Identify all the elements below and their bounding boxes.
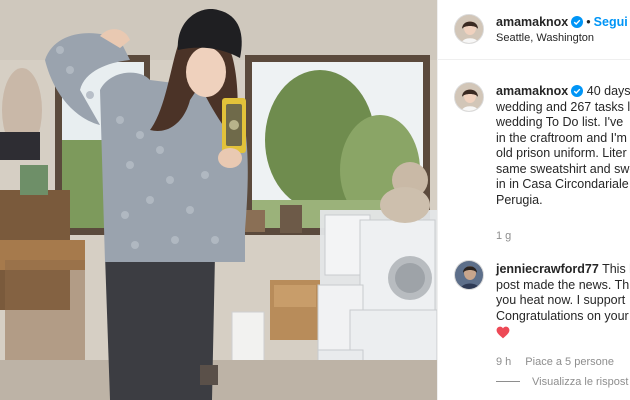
- caption-line: wedding and 267 tasks l: [496, 99, 630, 114]
- comment-body: jenniecrawford77 This l post made the ne…: [496, 262, 630, 324]
- caption-line: old prison uniform. Liter: [496, 146, 627, 160]
- mirror-selfie-image: [0, 0, 437, 400]
- caption-line: Perugia.: [496, 192, 543, 207]
- follow-button[interactable]: Segui: [594, 15, 628, 29]
- location-link[interactable]: Seattle, Washington: [496, 32, 594, 44]
- view-replies-button[interactable]: Visualizza le rispost: [532, 376, 628, 388]
- caption-timestamp[interactable]: 1 g: [496, 230, 511, 242]
- post-header: amamaknox • Segui Seattle, Washington: [438, 0, 630, 60]
- commenter-username-link[interactable]: jenniecrawford77: [496, 262, 599, 276]
- separator-dot: •: [586, 15, 591, 29]
- caption-line: in in Casa Circondariale: [496, 177, 629, 191]
- post-caption: amamaknox 40 days wedding and 267 tasks …: [496, 84, 630, 208]
- caption-username-link[interactable]: amamaknox: [496, 84, 568, 98]
- caption-line: 40 days: [586, 84, 630, 98]
- commenter-avatar[interactable]: [454, 260, 484, 290]
- post-photo[interactable]: [0, 0, 437, 400]
- heart-emoji-icon: [496, 326, 510, 339]
- avatar-image: [455, 15, 483, 43]
- comment-line: you heat now. I support: [496, 293, 626, 307]
- comment-timestamp[interactable]: 9 h: [496, 356, 511, 368]
- verified-badge-icon: [571, 85, 584, 97]
- caption-line: wedding To Do list. I've: [496, 115, 624, 129]
- header-username-link[interactable]: amamaknox: [496, 15, 568, 29]
- post-sidebar: amamaknox • Segui Seattle, Washington amam…: [437, 0, 630, 400]
- verified-badge-icon: [571, 16, 584, 28]
- view-replies-row: Visualizza le rispost: [496, 376, 628, 388]
- avatar-image: [455, 83, 483, 111]
- comment-line: Congratulations on your: [496, 308, 629, 323]
- comment-likes-link[interactable]: Piace a 5 persone: [525, 356, 614, 368]
- profile-avatar[interactable]: [454, 14, 484, 44]
- comment-meta: 9 h Piace a 5 persone: [496, 356, 628, 368]
- comment-line: post made the news. Th: [496, 277, 630, 292]
- caption-avatar[interactable]: [454, 82, 484, 112]
- header-username-row: amamaknox • Segui: [496, 15, 628, 29]
- replies-divider-line: [496, 381, 520, 382]
- avatar-image: [455, 261, 483, 289]
- comment-line: This l: [602, 262, 630, 276]
- caption-line: same sweatshirt and swe: [496, 161, 630, 176]
- caption-line: in the craftroom and I'm: [496, 130, 627, 145]
